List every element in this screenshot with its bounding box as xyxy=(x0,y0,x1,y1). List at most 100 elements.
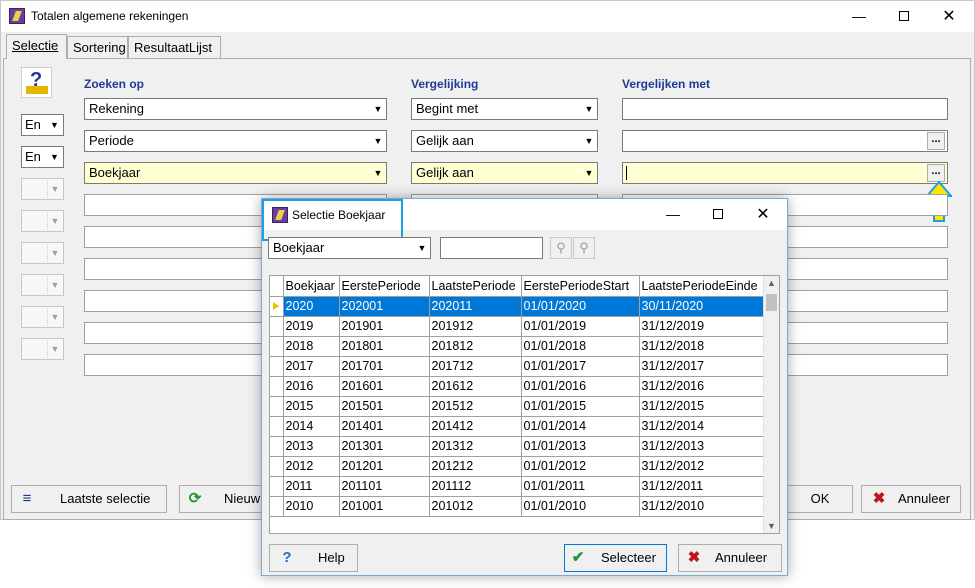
table-cell[interactable]: 01/01/2015 xyxy=(521,396,640,417)
table-cell[interactable]: 201101 xyxy=(339,476,430,497)
table-cell[interactable]: 201401 xyxy=(339,416,430,437)
table-cell[interactable]: 31/12/2018 xyxy=(639,336,764,357)
comparison-select[interactable]: Gelijk aan ▼ xyxy=(411,130,598,152)
table-cell[interactable]: 31/12/2012 xyxy=(639,456,764,477)
search-field-select[interactable]: Boekjaar ▼ xyxy=(84,162,387,184)
compare-value-input[interactable] xyxy=(622,98,948,120)
compare-value-input[interactable]: ... xyxy=(622,162,948,184)
table-cell[interactable]: 201612 xyxy=(429,376,522,397)
maximize-icon[interactable] xyxy=(695,199,741,230)
compare-value-input[interactable]: ... xyxy=(622,130,948,152)
column-header[interactable]: LaatstePeriodeEinde xyxy=(639,276,764,297)
table-cell[interactable]: 201301 xyxy=(339,436,430,457)
table-cell[interactable]: 01/01/2017 xyxy=(521,356,640,377)
connector-select[interactable]: ▼ xyxy=(21,274,64,296)
table-cell[interactable]: 201801 xyxy=(339,336,430,357)
ellipsis-button[interactable]: ... xyxy=(927,164,945,182)
connector-select[interactable]: ▼ xyxy=(21,210,64,232)
table-cell[interactable]: 201512 xyxy=(429,396,522,417)
vertical-scrollbar[interactable]: ▲ ▼ xyxy=(763,276,779,533)
cancel-button[interactable]: ✖ Annuleer xyxy=(861,485,961,513)
connector-select[interactable]: ▼ xyxy=(21,338,64,360)
table-cell[interactable]: 201701 xyxy=(339,356,430,377)
connector-select[interactable]: ▼ xyxy=(21,178,64,200)
table-cell[interactable]: 201912 xyxy=(429,316,522,337)
table-row[interactable]: 2019 201901 201912 01/01/2019 31/12/2019 xyxy=(270,316,764,337)
table-cell[interactable]: 2017 xyxy=(283,356,340,377)
search-field-select[interactable]: Boekjaar ▼ xyxy=(268,237,431,259)
scroll-down-icon[interactable]: ▼ xyxy=(767,521,776,531)
table-cell[interactable]: 01/01/2020 xyxy=(521,296,640,317)
select-button[interactable]: ✔ Selecteer xyxy=(564,544,667,572)
tab-resultaatlijst[interactable]: ResultaatLijst xyxy=(128,36,221,58)
table-cell[interactable]: 2015 xyxy=(283,396,340,417)
scroll-thumb[interactable] xyxy=(766,294,777,311)
table-cell[interactable]: 2013 xyxy=(283,436,340,457)
connector-select[interactable]: En ▼ xyxy=(21,114,64,136)
connector-select[interactable]: ▼ xyxy=(21,306,64,328)
table-cell[interactable]: 2012 xyxy=(283,456,340,477)
table-cell[interactable]: 201312 xyxy=(429,436,522,457)
table-cell[interactable]: 2010 xyxy=(283,496,340,517)
table-row[interactable]: 2016 201601 201612 01/01/2016 31/12/2016 xyxy=(270,376,764,397)
scroll-up-icon[interactable]: ▲ xyxy=(767,278,776,288)
table-cell[interactable]: 201812 xyxy=(429,336,522,357)
table-cell[interactable]: 201212 xyxy=(429,456,522,477)
table-cell[interactable]: 31/12/2010 xyxy=(639,496,764,517)
column-header[interactable]: Boekjaar xyxy=(283,276,340,297)
ok-button[interactable]: OK xyxy=(787,485,853,513)
connector-select[interactable]: En ▼ xyxy=(21,146,64,168)
table-cell[interactable]: 01/01/2014 xyxy=(521,416,640,437)
minimize-icon[interactable]: — xyxy=(836,1,882,32)
column-header[interactable]: EerstePeriodeStart xyxy=(521,276,640,297)
table-cell[interactable]: 31/12/2014 xyxy=(639,416,764,437)
table-row[interactable]: 2014 201401 201412 01/01/2014 31/12/2014 xyxy=(270,416,764,437)
table-cell[interactable]: 01/01/2018 xyxy=(521,336,640,357)
table-cell[interactable]: 31/12/2017 xyxy=(639,356,764,377)
table-row[interactable]: 2011 201101 201112 01/01/2011 31/12/2011 xyxy=(270,476,764,497)
column-header[interactable]: LaatstePeriode xyxy=(429,276,522,297)
table-cell[interactable]: 31/12/2011 xyxy=(639,476,764,497)
minimize-icon[interactable]: — xyxy=(650,199,696,230)
table-cell[interactable]: 01/01/2012 xyxy=(521,456,640,477)
table-cell[interactable]: 201901 xyxy=(339,316,430,337)
help-search-icon[interactable]: ? xyxy=(21,67,52,98)
search-next-icon[interactable]: ⚲ xyxy=(573,237,595,259)
table-cell[interactable]: 01/01/2011 xyxy=(521,476,640,497)
table-cell[interactable]: 31/12/2016 xyxy=(639,376,764,397)
tab-selectie[interactable]: Selectie xyxy=(6,34,67,59)
table-cell[interactable]: 201112 xyxy=(429,476,522,497)
table-cell[interactable]: 30/11/2020 xyxy=(639,296,764,317)
search-field-select[interactable]: Periode ▼ xyxy=(84,130,387,152)
table-row[interactable]: 2018 201801 201812 01/01/2018 31/12/2018 xyxy=(270,336,764,357)
table-row[interactable]: 2012 201201 201212 01/01/2012 31/12/2012 xyxy=(270,456,764,477)
table-cell[interactable]: 2014 xyxy=(283,416,340,437)
cancel-button[interactable]: ✖ Annuleer xyxy=(678,544,782,572)
connector-select[interactable]: ▼ xyxy=(21,242,64,264)
table-cell[interactable]: 2018 xyxy=(283,336,340,357)
table-row[interactable]: 2013 201301 201312 01/01/2013 31/12/2013 xyxy=(270,436,764,457)
table-cell[interactable]: 201201 xyxy=(339,456,430,477)
table-row[interactable]: 2015 201501 201512 01/01/2015 31/12/2015 xyxy=(270,396,764,417)
close-icon[interactable]: ✕ xyxy=(926,1,972,32)
search-icon[interactable]: ⚲ xyxy=(550,237,572,259)
table-cell[interactable]: 201012 xyxy=(429,496,522,517)
tab-sortering[interactable]: Sortering xyxy=(67,36,128,58)
close-icon[interactable]: ✕ xyxy=(740,199,786,230)
comparison-select[interactable]: Gelijk aan ▼ xyxy=(411,162,598,184)
last-selection-button[interactable]: ≡ Laatste selectie xyxy=(11,485,167,513)
table-row[interactable]: 2020 202001 202011 01/01/2020 30/11/2020 xyxy=(270,296,764,317)
column-header[interactable]: EerstePeriode xyxy=(339,276,430,297)
table-cell[interactable]: 201501 xyxy=(339,396,430,417)
new-button[interactable]: ⟳ Nieuw xyxy=(179,485,269,513)
search-input[interactable] xyxy=(440,237,543,259)
table-cell[interactable]: 01/01/2010 xyxy=(521,496,640,517)
table-cell[interactable]: 201001 xyxy=(339,496,430,517)
maximize-icon[interactable] xyxy=(881,1,927,32)
ellipsis-button[interactable]: ... xyxy=(927,132,945,150)
table-cell[interactable]: 201601 xyxy=(339,376,430,397)
table-cell[interactable]: 01/01/2016 xyxy=(521,376,640,397)
table-cell[interactable]: 202011 xyxy=(429,296,522,317)
comparison-select[interactable]: Begint met ▼ xyxy=(411,98,598,120)
table-cell[interactable]: 202001 xyxy=(339,296,430,317)
